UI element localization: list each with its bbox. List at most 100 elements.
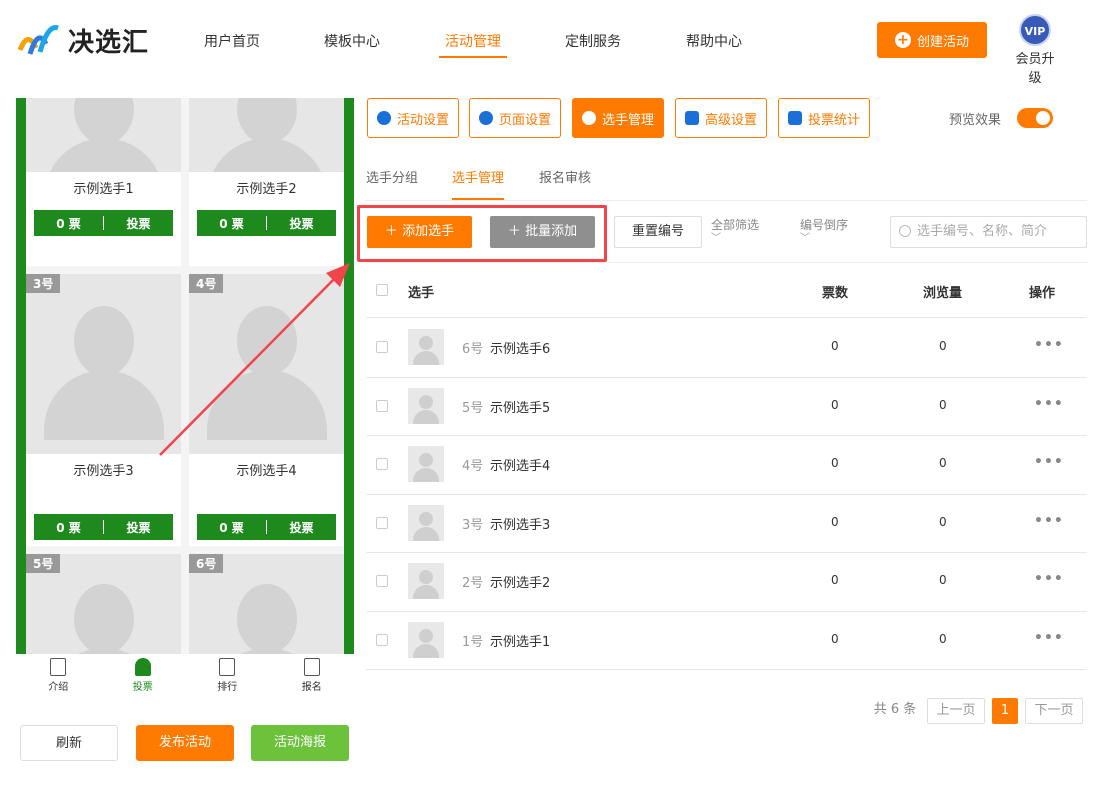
- player-number: 5号: [462, 400, 484, 416]
- create-activity-button[interactable]: + 创建活动: [877, 22, 987, 58]
- player-number: 2号: [462, 576, 484, 592]
- player-votes: 0: [831, 339, 839, 354]
- player-avatar: [408, 387, 444, 424]
- page-1-button[interactable]: 1: [992, 698, 1018, 724]
- button-label: 高级设置: [704, 112, 757, 128]
- vote-bar[interactable]: 0 票 投票: [34, 210, 173, 236]
- bar-chart-icon: [787, 111, 802, 125]
- vote-button[interactable]: 投票: [104, 519, 173, 536]
- more-options-icon[interactable]: •••: [1034, 454, 1064, 470]
- search-input[interactable]: 选手编号、名称、简介: [890, 216, 1087, 248]
- activity-settings-button[interactable]: 活动设置: [367, 98, 459, 138]
- reset-number-button[interactable]: 重置编号: [614, 216, 702, 248]
- player-views: 0: [939, 573, 947, 588]
- player-name: 示例选手6: [490, 342, 551, 358]
- player-votes: 0: [831, 456, 839, 471]
- tab-label: 投票: [132, 682, 153, 693]
- player-views: 0: [939, 456, 947, 471]
- preview-toggle[interactable]: [1017, 108, 1053, 128]
- player-number: 1号: [462, 634, 484, 650]
- nav-templates[interactable]: 模板中心: [316, 31, 388, 51]
- vote-bar[interactable]: 0 票 投票: [197, 514, 336, 540]
- more-options-icon[interactable]: •••: [1034, 630, 1064, 646]
- tab-label: 排行: [217, 682, 238, 693]
- more-options-icon[interactable]: •••: [1034, 337, 1064, 353]
- player-number: 3号: [462, 517, 484, 533]
- subtab-signup-review[interactable]: 报名审核: [539, 167, 591, 186]
- row-checkbox[interactable]: [376, 341, 388, 354]
- vote-button[interactable]: 投票: [267, 519, 336, 536]
- subtab-player-management[interactable]: 选手管理: [452, 167, 504, 186]
- row-checkbox[interactable]: [376, 399, 388, 412]
- player-number-tag: 6号: [189, 554, 224, 573]
- player-avatar: [408, 504, 444, 541]
- pagination-total: 共 6 条: [873, 702, 917, 717]
- more-options-icon[interactable]: •••: [1034, 571, 1064, 587]
- vote-stats-button[interactable]: 投票统计: [778, 98, 870, 138]
- tab-signup[interactable]: 报名: [270, 654, 355, 700]
- player-card-6[interactable]: 6号: [189, 554, 344, 654]
- player-management-button[interactable]: 选手管理: [572, 98, 664, 138]
- row-checkbox[interactable]: [376, 633, 388, 646]
- add-player-button[interactable]: ＋ 添加选手: [367, 216, 472, 248]
- tab-vote[interactable]: 投票: [101, 654, 186, 700]
- annotation-arrow: [159, 263, 350, 456]
- preview-tabbar: 介绍 投票 排行 报名: [16, 654, 354, 700]
- button-label: 活动设置: [396, 112, 449, 128]
- person-icon: [134, 658, 151, 676]
- vote-count: 0 票: [219, 216, 244, 231]
- logo[interactable]: 决选汇: [16, 18, 166, 62]
- vote-bar[interactable]: 0 票 投票: [34, 514, 173, 540]
- player-photo: 6号: [189, 554, 344, 654]
- row-checkbox[interactable]: [376, 575, 388, 588]
- sort-dropdown[interactable]: 编号倒序 ﹀: [800, 218, 848, 246]
- button-label: 批量添加: [525, 224, 578, 239]
- player-views: 0: [939, 397, 947, 412]
- player-name: 示例选手1: [73, 182, 134, 197]
- vote-count: 0 票: [56, 216, 81, 231]
- prev-page-button[interactable]: 上一页: [927, 698, 985, 724]
- vip-upgrade[interactable]: VIP 会员升级: [1010, 14, 1060, 86]
- button-label: 添加选手: [402, 224, 455, 239]
- nav-active-indicator: [439, 56, 507, 58]
- player-name: 示例选手3: [490, 517, 551, 533]
- nav-help[interactable]: 帮助中心: [678, 31, 750, 51]
- search-icon: [899, 225, 911, 237]
- more-options-icon[interactable]: •••: [1034, 396, 1064, 412]
- batch-add-button[interactable]: ＋ 批量添加: [490, 216, 595, 248]
- vip-label: 会员升级: [1015, 52, 1055, 86]
- player-card-2[interactable]: 示例选手2 0 票 投票: [189, 98, 344, 266]
- nav-custom-service[interactable]: 定制服务: [557, 31, 629, 51]
- star-icon: [376, 111, 391, 125]
- nav-activity-management[interactable]: 活动管理: [437, 31, 509, 51]
- select-all-checkbox[interactable]: [376, 284, 388, 296]
- tab-label: 报名: [301, 682, 322, 693]
- filter-dropdown[interactable]: 全部筛选 ﹀: [711, 218, 759, 246]
- gear-icon: [478, 111, 493, 125]
- player-name: 示例选手2: [490, 576, 551, 592]
- vote-button[interactable]: 投票: [104, 215, 173, 232]
- tab-ranking[interactable]: 排行: [185, 654, 270, 700]
- vote-bar[interactable]: 0 票 投票: [197, 210, 336, 236]
- create-activity-label: 创建活动: [916, 34, 969, 50]
- vote-button[interactable]: 投票: [267, 215, 336, 232]
- subtab-groups[interactable]: 选手分组: [366, 167, 418, 186]
- publish-button[interactable]: 发布活动: [136, 725, 234, 761]
- row-checkbox[interactable]: [376, 516, 388, 529]
- chevron-down-icon: ﹀: [800, 233, 810, 244]
- tab-intro[interactable]: 介绍: [16, 654, 101, 700]
- poster-button[interactable]: 活动海报: [251, 725, 349, 761]
- player-name: 示例选手1: [490, 634, 551, 650]
- vote-count: 0 票: [56, 520, 81, 535]
- next-page-button[interactable]: 下一页: [1025, 698, 1083, 724]
- page-settings-button[interactable]: 页面设置: [469, 98, 561, 138]
- refresh-button[interactable]: 刷新: [20, 725, 118, 761]
- vote-count: 0 票: [219, 520, 244, 535]
- more-options-icon[interactable]: •••: [1034, 513, 1064, 529]
- player-card-5[interactable]: 5号: [26, 554, 181, 654]
- row-checkbox[interactable]: [376, 458, 388, 471]
- nav-home[interactable]: 用户首页: [196, 31, 268, 51]
- advanced-settings-button[interactable]: 高级设置: [675, 98, 767, 138]
- player-avatar: [408, 621, 444, 658]
- player-card-1[interactable]: 示例选手1 0 票 投票: [26, 98, 181, 266]
